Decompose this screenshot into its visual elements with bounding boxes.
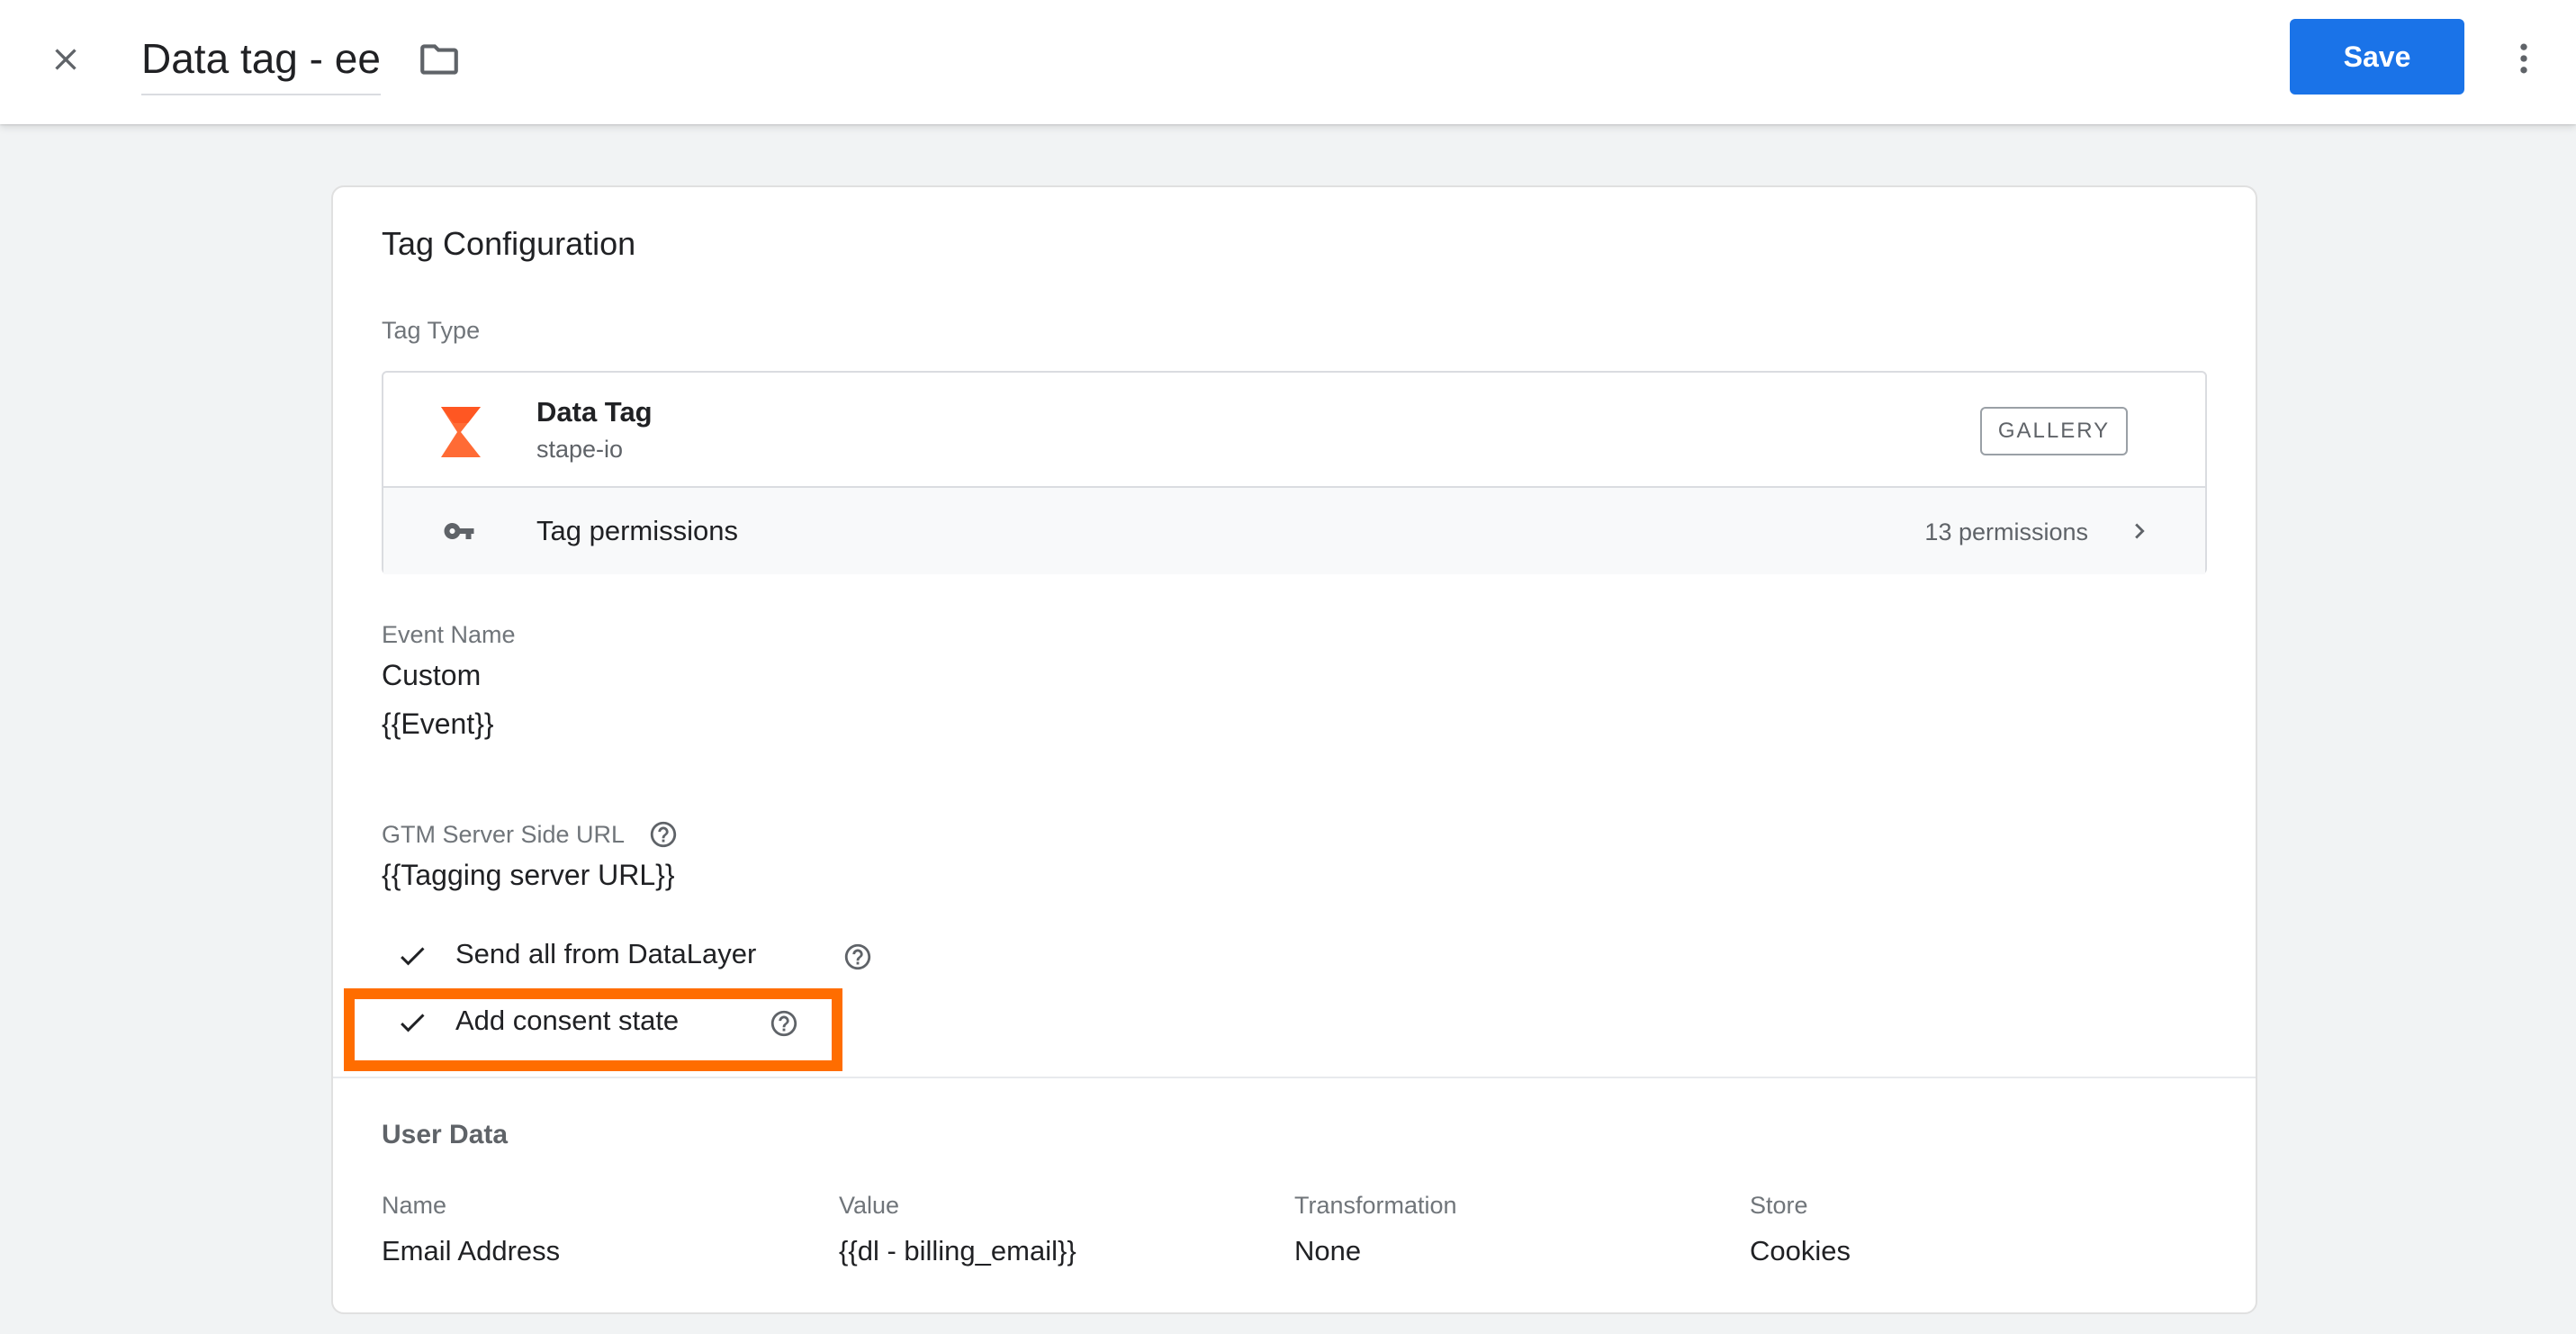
gallery-button[interactable]: GALLERY — [1980, 407, 2128, 455]
tag-configuration-card[interactable]: Tag Configuration Tag Type Data Tag stap… — [331, 185, 2257, 1314]
send-all-datalayer-label: Send all from DataLayer — [455, 938, 757, 969]
tag-name-input[interactable]: Data tag - ee — [141, 31, 381, 95]
more-options-button[interactable] — [2499, 27, 2549, 90]
folder-button[interactable] — [412, 32, 466, 86]
folder-icon — [420, 44, 458, 75]
check-icon — [401, 947, 425, 966]
column-header-name: Name — [382, 1192, 447, 1219]
more-vert-icon — [2520, 43, 2527, 74]
chevron-right-icon — [2135, 523, 2145, 539]
stape-logo-icon — [441, 407, 481, 457]
close-button[interactable] — [36, 30, 95, 89]
user-data-value-cell: {{dl - billing_email}} — [839, 1235, 1076, 1266]
column-header-store: Store — [1750, 1192, 1808, 1219]
save-button[interactable]: Save — [2290, 19, 2464, 95]
user-data-title: User Data — [382, 1120, 509, 1149]
event-name-label: Event Name — [382, 621, 516, 648]
card-title: Tag Configuration — [382, 225, 636, 262]
top-bar: Data tag - ee Save — [0, 0, 2576, 124]
tag-type-box: Data Tag stape-io GALLERY Tag permission… — [382, 371, 2207, 574]
highlight-box — [344, 988, 842, 1071]
server-url-value: {{Tagging server URL}} — [382, 859, 675, 891]
section-divider — [333, 1077, 2256, 1078]
help-icon[interactable] — [648, 819, 679, 850]
permissions-count: 13 permissions — [1924, 518, 2088, 545]
event-name-value: {{Event}} — [382, 708, 494, 740]
tag-type-row[interactable]: Data Tag stape-io GALLERY — [383, 373, 2205, 488]
user-data-store-cell: Cookies — [1750, 1235, 1851, 1266]
help-icon[interactable] — [842, 942, 873, 972]
column-header-value: Value — [839, 1192, 900, 1219]
user-data-name-cell: Email Address — [382, 1235, 561, 1266]
tag-permissions-label: Tag permissions — [536, 515, 738, 546]
close-icon — [55, 49, 77, 70]
server-url-label: GTM Server Side URL — [382, 821, 626, 848]
key-icon — [444, 523, 474, 539]
event-name-type: Custom — [382, 659, 482, 691]
tag-permissions-row[interactable]: Tag permissions 13 permissions — [383, 488, 2205, 574]
user-data-transformation-cell: None — [1294, 1235, 1362, 1266]
column-header-transformation: Transformation — [1294, 1192, 1457, 1219]
tag-type-label: Tag Type — [382, 317, 481, 344]
tag-type-vendor: stape-io — [536, 436, 624, 463]
tag-type-name: Data Tag — [536, 396, 653, 428]
